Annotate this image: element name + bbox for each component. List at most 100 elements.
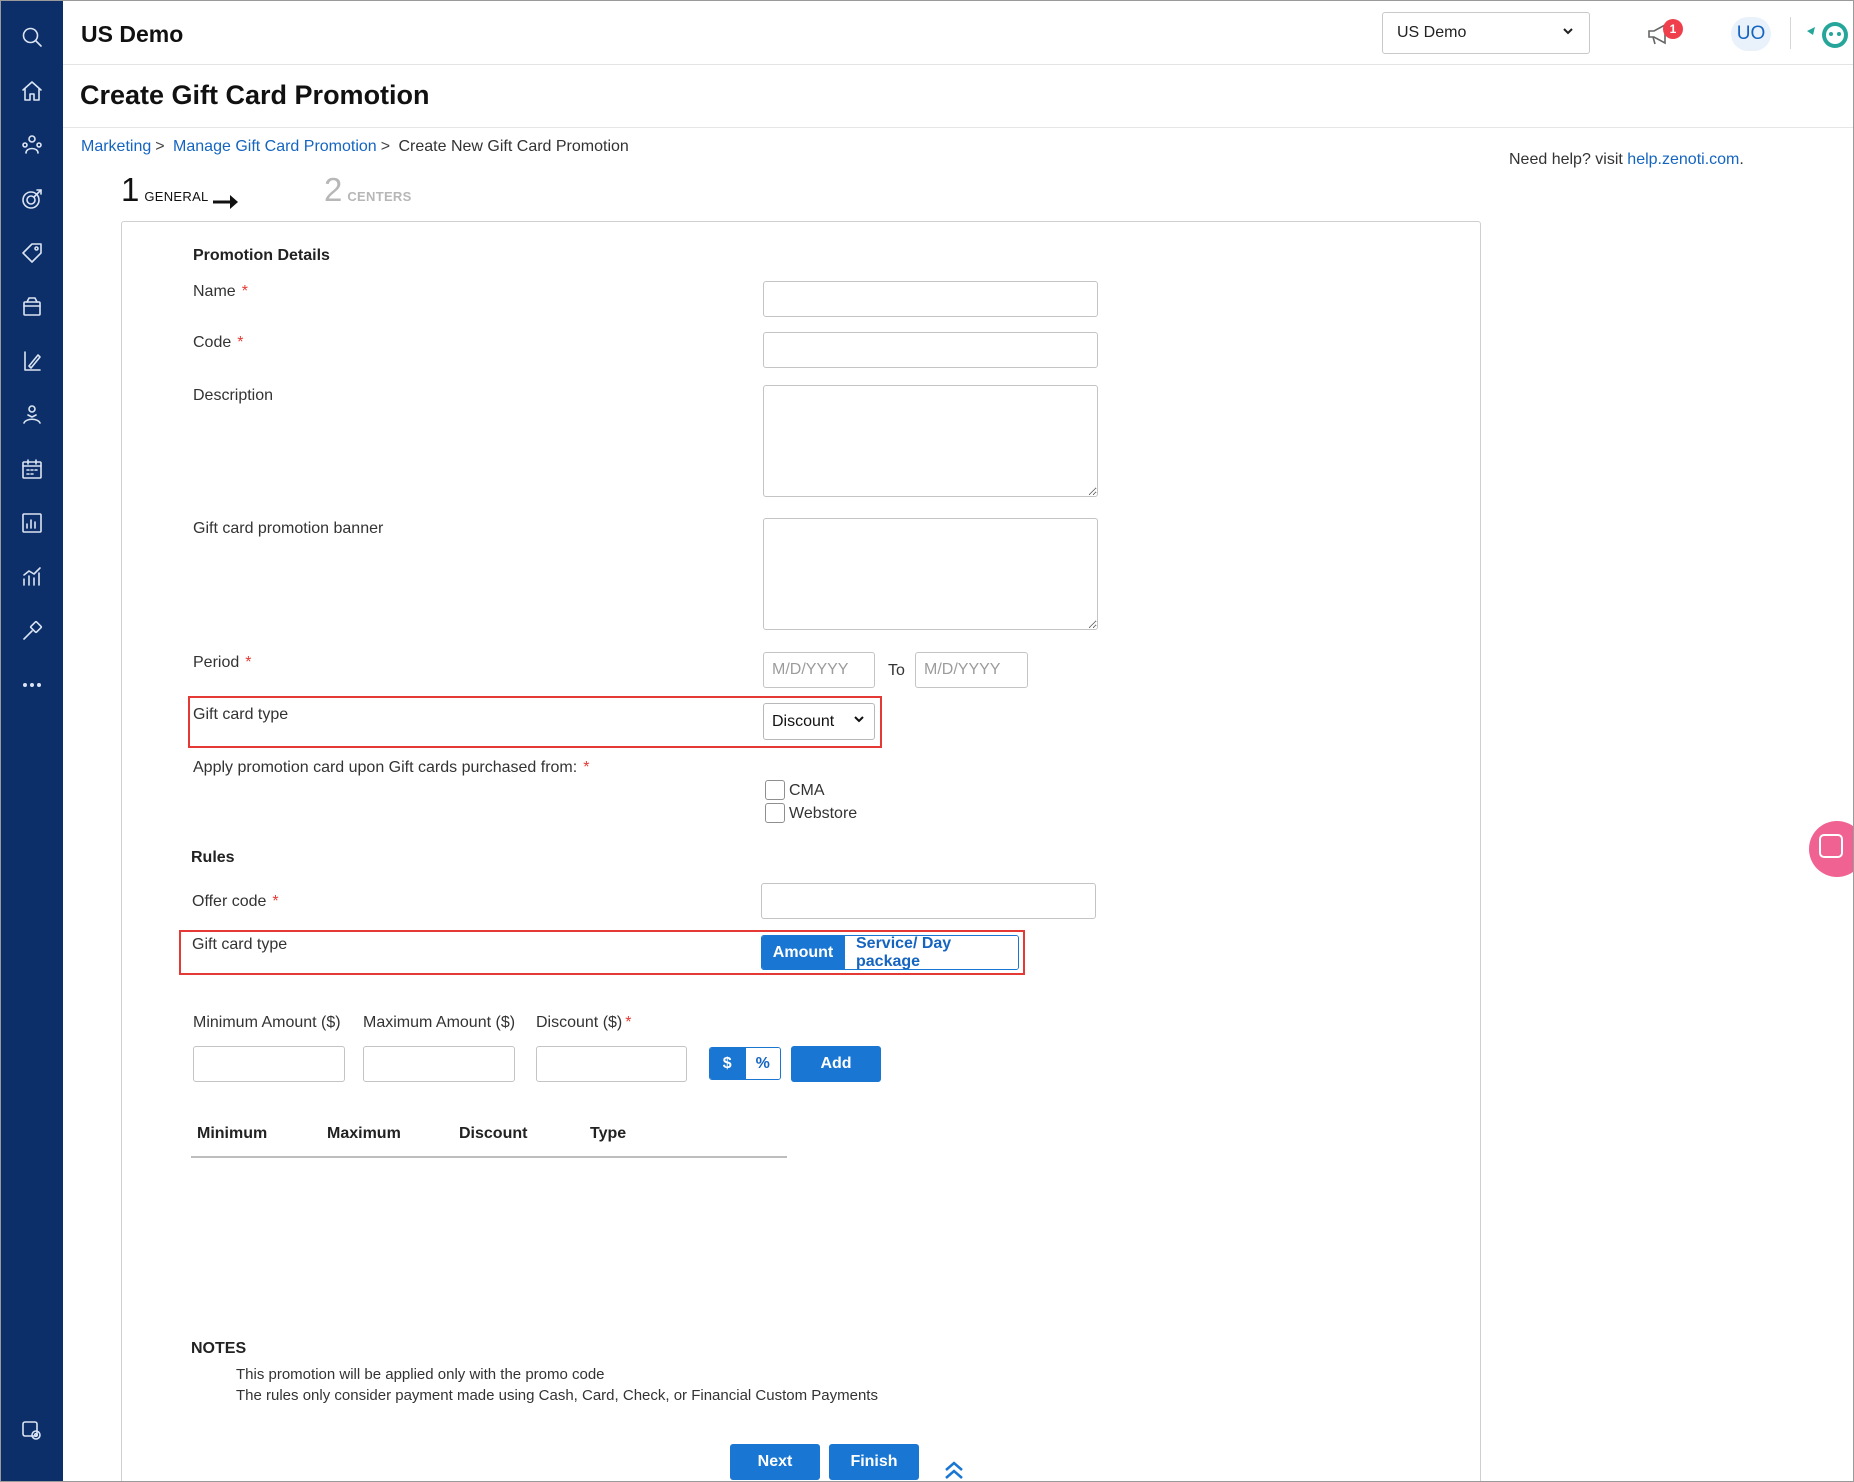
scroll-to-top-icon[interactable] [939, 1457, 969, 1481]
code-input[interactable] [763, 332, 1098, 368]
dashboard-icon[interactable] [18, 509, 46, 537]
webstore-checkbox[interactable] [765, 803, 785, 823]
step-centers[interactable]: 2 CENTERS [324, 171, 412, 209]
min-amount-input[interactable] [193, 1046, 345, 1082]
code-label: Code * [193, 334, 243, 352]
settings-gear-icon[interactable] [18, 1417, 46, 1445]
min-amount-label: Minimum Amount ($) [193, 1014, 341, 1031]
offer-code-input[interactable] [761, 883, 1096, 919]
offer-code-label-text: Offer code [192, 893, 267, 910]
assistant-bot-icon[interactable] [1805, 15, 1853, 51]
notification-badge: 1 [1663, 19, 1683, 39]
finish-button[interactable]: Finish [829, 1444, 919, 1480]
discount-label-text: Discount ($) [536, 1014, 623, 1031]
breadcrumb-marketing[interactable]: Marketing [81, 138, 151, 155]
employees-icon[interactable] [18, 401, 46, 429]
app-window: US Demo US Demo 1 UO Create Gift Card Pr… [0, 0, 1854, 1482]
banner-textarea[interactable] [763, 518, 1098, 630]
chevron-down-icon [1561, 24, 1575, 43]
period-label: Period * [193, 654, 251, 672]
required-mark: * [245, 654, 252, 671]
required-mark: * [241, 283, 248, 300]
calendar-icon[interactable] [18, 455, 46, 483]
col-maximum: Maximum [327, 1125, 401, 1142]
max-amount-input[interactable] [363, 1046, 515, 1082]
toggle-dollar[interactable]: $ [710, 1048, 745, 1079]
period-to-input[interactable] [915, 652, 1028, 688]
sidebar [1, 1, 63, 1481]
name-label: Name * [193, 283, 248, 301]
inventory-box-icon[interactable] [18, 293, 46, 321]
guests-icon[interactable] [18, 131, 46, 159]
chevron-down-icon [852, 712, 866, 731]
discount-amount-label: Discount ($) * [536, 1014, 631, 1032]
more-icon[interactable] [18, 671, 46, 699]
reports-pen-icon[interactable] [18, 347, 46, 375]
step-number: 2 [324, 171, 343, 208]
breadcrumb-current: Create New Gift Card Promotion [398, 138, 629, 155]
breadcrumb-separator: > [380, 138, 391, 155]
center-select[interactable]: US Demo [1382, 12, 1590, 54]
help-prefix: Need help? visit [1509, 151, 1623, 168]
name-input[interactable] [763, 281, 1098, 317]
toggle-percent[interactable]: % [744, 1048, 780, 1079]
step-label: CENTERS [347, 189, 412, 204]
discount-input[interactable] [536, 1046, 687, 1082]
breadcrumb-separator: > [155, 138, 165, 155]
webstore-label: Webstore [789, 805, 858, 822]
step-label: GENERAL [144, 189, 209, 204]
gift-card-type-label: Gift card type [193, 706, 289, 723]
marketing-target-icon[interactable] [18, 185, 46, 213]
gift-card-type-select[interactable]: Discount [763, 703, 875, 740]
help-suffix: . [1739, 151, 1744, 168]
name-label-text: Name [193, 283, 236, 300]
period-from-input[interactable] [763, 652, 875, 688]
required-mark: * [272, 893, 279, 910]
tag-icon[interactable] [18, 239, 46, 267]
rules-gift-card-type-label: Gift card type [192, 936, 288, 953]
notes-title: NOTES [191, 1340, 247, 1357]
next-button[interactable]: Next [730, 1444, 820, 1480]
arrow-right-icon [211, 191, 241, 211]
period-to-label: To [888, 662, 905, 679]
section-promotion-details: Promotion Details [193, 247, 330, 264]
app-title: US Demo [81, 21, 184, 47]
search-icon[interactable] [18, 23, 46, 51]
breadcrumb: Marketing > Manage Gift Card Promotion > C… [81, 138, 629, 156]
col-minimum: Minimum [197, 1125, 268, 1142]
cma-label: CMA [789, 782, 825, 799]
apply-label-text: Apply promotion card upon Gift cards pur… [193, 759, 578, 776]
description-label: Description [193, 387, 274, 404]
home-icon[interactable] [18, 77, 46, 105]
period-label-text: Period [193, 654, 240, 671]
apply-label: Apply promotion card upon Gift cards pur… [193, 759, 589, 777]
discount-type-toggle: $ % [709, 1047, 781, 1080]
description-textarea[interactable] [763, 385, 1098, 497]
required-mark: * [625, 1014, 632, 1031]
note-line: This promotion will be applied only with… [236, 1366, 605, 1383]
gift-card-type-toggle: Amount Service/ Day package [761, 935, 1019, 970]
top-bar: US Demo US Demo 1 UO [63, 1, 1853, 65]
add-rule-button[interactable]: Add [791, 1046, 881, 1082]
breadcrumb-manage-gift-card-promotion[interactable]: Manage Gift Card Promotion [173, 138, 377, 155]
step-general[interactable]: 1 GENERAL [121, 171, 209, 209]
chat-bubble-icon [1819, 834, 1843, 858]
tools-icon[interactable] [18, 617, 46, 645]
required-mark: * [237, 334, 244, 351]
code-label-text: Code [193, 334, 232, 351]
analytics-chart-icon[interactable] [18, 563, 46, 591]
help-link[interactable]: help.zenoti.com [1627, 151, 1739, 168]
banner-label: Gift card promotion banner [193, 520, 384, 537]
step-number: 1 [121, 171, 140, 208]
title-divider [63, 127, 1853, 128]
center-select-value: US Demo [1397, 24, 1467, 41]
toggle-amount[interactable]: Amount [762, 936, 844, 969]
offer-code-label: Offer code * [192, 893, 279, 911]
table-header-divider [191, 1156, 787, 1158]
required-mark: * [583, 759, 590, 776]
cma-checkbox[interactable] [765, 780, 785, 800]
user-avatar[interactable]: UO [1731, 17, 1771, 51]
section-rules: Rules [191, 849, 235, 866]
toggle-service-day-package[interactable]: Service/ Day package [844, 936, 1018, 969]
col-discount: Discount [459, 1125, 528, 1142]
